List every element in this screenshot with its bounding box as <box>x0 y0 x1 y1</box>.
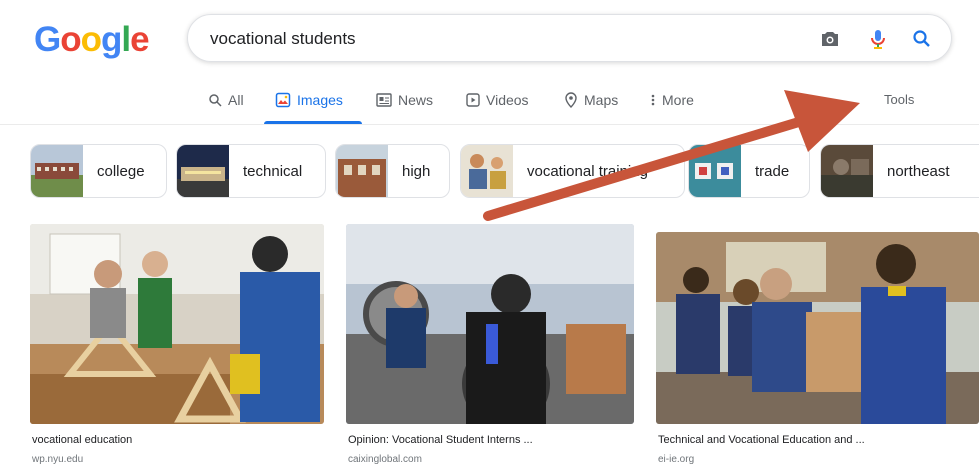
tab-videos[interactable]: Videos <box>466 92 529 108</box>
chip-technical[interactable]: technical <box>176 144 326 198</box>
tab-label: All <box>228 92 244 108</box>
chip-thumbnail <box>689 145 741 197</box>
chip-high[interactable]: high <box>335 144 450 198</box>
chip-northeast[interactable]: northeast <box>820 144 979 198</box>
logo-letter: G <box>34 20 61 59</box>
tab-news[interactable]: News <box>376 92 433 108</box>
chip-thumbnail <box>336 145 388 197</box>
chip-label: college <box>97 162 145 180</box>
more-dots-icon <box>651 94 655 106</box>
search-icon[interactable] <box>910 27 934 51</box>
tab-label: News <box>398 92 434 108</box>
google-logo[interactable]: Google <box>34 20 150 60</box>
chip-thumbnail <box>821 145 873 197</box>
search-box[interactable]: vocational students <box>187 14 952 62</box>
logo-letter: l <box>121 20 131 59</box>
chip-label: northeast <box>887 162 950 180</box>
tab-all[interactable]: All <box>208 92 244 108</box>
tools-button[interactable]: Tools <box>884 92 914 107</box>
map-pin-icon <box>565 92 577 108</box>
result-source[interactable]: caixinglobal.com <box>348 454 422 465</box>
chip-label: trade <box>755 162 790 180</box>
search-icon <box>209 94 222 107</box>
tab-label: Images <box>297 92 343 108</box>
result-title[interactable]: vocational education <box>32 434 132 446</box>
tab-label: Videos <box>486 92 529 108</box>
chip-label: high <box>402 162 431 180</box>
tab-label: More <box>662 92 694 108</box>
chip-thumbnail <box>461 145 513 197</box>
tools-label: Tools <box>884 92 915 107</box>
result-title[interactable]: Opinion: Vocational Student Interns ... <box>348 434 533 446</box>
chip-label: technical <box>243 162 303 180</box>
result-title[interactable]: Technical and Vocational Education and .… <box>658 434 865 446</box>
logo-letter: g <box>101 20 122 59</box>
result-source[interactable]: ei-ie.org <box>658 454 694 465</box>
news-icon <box>376 93 392 107</box>
result-source[interactable]: wp.nyu.edu <box>32 454 83 465</box>
logo-letter: e <box>130 20 149 59</box>
result-image[interactable] <box>346 224 634 424</box>
logo-letter: o <box>80 20 102 59</box>
header-divider <box>0 124 979 125</box>
chip-label: vocational training <box>527 162 648 180</box>
image-icon <box>275 92 291 108</box>
tab-more[interactable]: More <box>650 92 694 108</box>
result-image[interactable] <box>30 224 324 424</box>
result-image[interactable] <box>656 232 979 424</box>
tab-label: Maps <box>584 92 619 108</box>
search-tabs: All Images News Videos Maps More Tools <box>0 86 979 126</box>
chip-thumbnail <box>177 145 229 197</box>
chip-college[interactable]: college <box>30 144 167 198</box>
chip-trade[interactable]: trade <box>688 144 810 198</box>
chip-thumbnail <box>31 145 83 197</box>
microphone-icon[interactable] <box>866 27 890 51</box>
tab-images[interactable]: Images <box>275 92 343 108</box>
chip-vocational-training[interactable]: vocational training <box>460 144 685 198</box>
video-icon <box>466 93 480 107</box>
camera-icon[interactable] <box>818 27 842 51</box>
search-input[interactable]: vocational students <box>210 29 356 49</box>
logo-letter: o <box>60 20 81 59</box>
tab-maps[interactable]: Maps <box>564 92 618 108</box>
